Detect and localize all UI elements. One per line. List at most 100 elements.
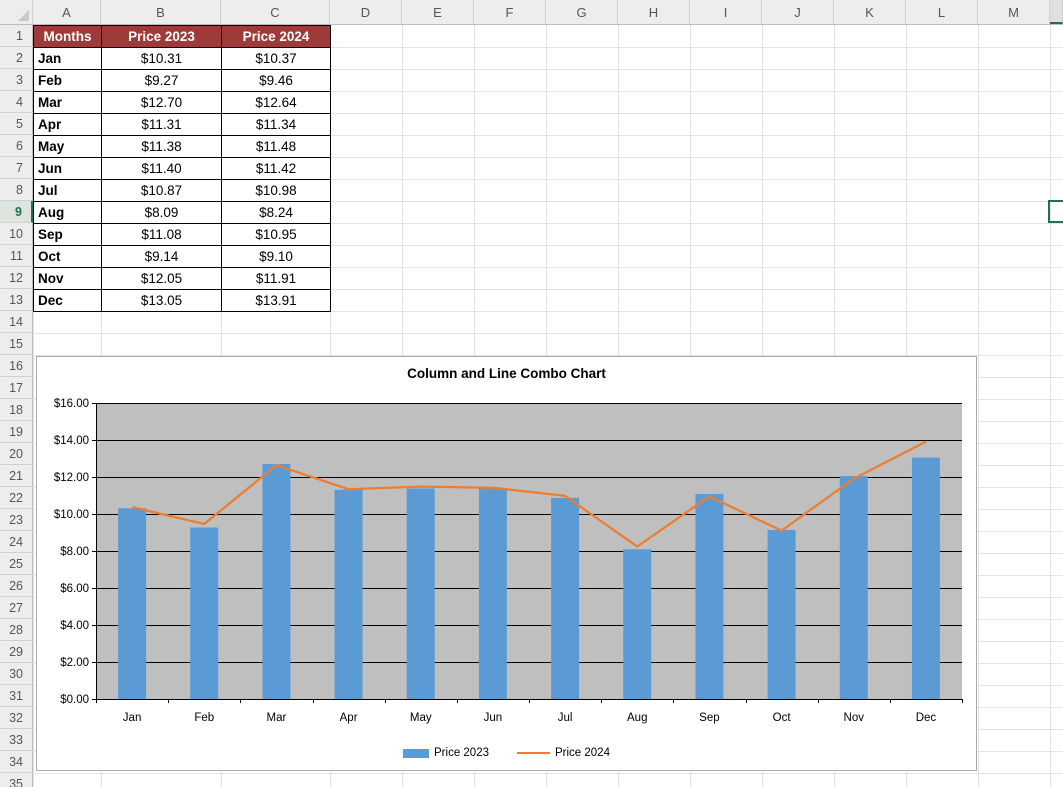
- chart-legend: Price 2023 Price 2024: [37, 747, 976, 759]
- row-header-34[interactable]: 34: [0, 751, 33, 773]
- price-2023-cell[interactable]: $9.14: [102, 246, 222, 268]
- row-header-26[interactable]: 26: [0, 575, 33, 597]
- column-header-h[interactable]: H: [618, 0, 690, 24]
- month-cell[interactable]: Oct: [34, 246, 102, 268]
- price-2024-cell[interactable]: $11.48: [222, 136, 331, 158]
- column-header-e[interactable]: E: [402, 0, 474, 24]
- row-header-7[interactable]: 7: [0, 157, 33, 179]
- row-header-31[interactable]: 31: [0, 685, 33, 707]
- column-header-m[interactable]: M: [978, 0, 1050, 24]
- active-cell-selection[interactable]: [1048, 200, 1063, 223]
- month-cell[interactable]: Mar: [34, 92, 102, 114]
- select-all-button[interactable]: [0, 0, 33, 24]
- price-2024-cell[interactable]: $10.37: [222, 48, 331, 70]
- row-header-15[interactable]: 15: [0, 333, 33, 355]
- column-header-a[interactable]: A: [33, 0, 101, 24]
- month-cell[interactable]: Jun: [34, 158, 102, 180]
- row-header-22[interactable]: 22: [0, 487, 33, 509]
- header-cell-price-2023[interactable]: Price 2023: [102, 26, 222, 48]
- row-header-5[interactable]: 5: [0, 113, 33, 135]
- row-header-29[interactable]: 29: [0, 641, 33, 663]
- row-header-10[interactable]: 10: [0, 223, 33, 245]
- header-cell-price-2024[interactable]: Price 2024: [222, 26, 331, 48]
- month-cell[interactable]: Apr: [34, 114, 102, 136]
- price-2024-cell[interactable]: $11.34: [222, 114, 331, 136]
- row-header-30[interactable]: 30: [0, 663, 33, 685]
- column-header-k[interactable]: K: [834, 0, 906, 24]
- header-cell-months[interactable]: Months: [34, 26, 102, 48]
- column-header-b[interactable]: B: [101, 0, 221, 24]
- row-header-35[interactable]: 35: [0, 773, 33, 787]
- column-header-c[interactable]: C: [221, 0, 330, 24]
- row-header-17[interactable]: 17: [0, 377, 33, 399]
- column-header-selected-partial[interactable]: [1050, 0, 1063, 24]
- row-header-25[interactable]: 25: [0, 553, 33, 575]
- row-header-24[interactable]: 24: [0, 531, 33, 553]
- table-row: Dec $13.05 $13.91: [34, 290, 331, 312]
- column-header-l[interactable]: L: [906, 0, 978, 24]
- row-header-18[interactable]: 18: [0, 399, 33, 421]
- price-2024-cell[interactable]: $10.98: [222, 180, 331, 202]
- price-2023-cell[interactable]: $11.31: [102, 114, 222, 136]
- price-2023-cell[interactable]: $10.87: [102, 180, 222, 202]
- row-header-4[interactable]: 4: [0, 91, 33, 113]
- row-header-6[interactable]: 6: [0, 135, 33, 157]
- row-header-27[interactable]: 27: [0, 597, 33, 619]
- row-header-20[interactable]: 20: [0, 443, 33, 465]
- row-header-8[interactable]: 8: [0, 179, 33, 201]
- price-2023-cell[interactable]: $8.09: [102, 202, 222, 224]
- column-header-d[interactable]: D: [330, 0, 402, 24]
- price-2024-cell[interactable]: $13.91: [222, 290, 331, 312]
- bar: [912, 458, 940, 699]
- column-header-i[interactable]: I: [690, 0, 762, 24]
- price-2023-cell[interactable]: $11.40: [102, 158, 222, 180]
- row-header-11[interactable]: 11: [0, 245, 33, 267]
- y-axis-label: $16.00: [54, 398, 89, 410]
- price-2023-cell[interactable]: $13.05: [102, 290, 222, 312]
- bar: [623, 549, 651, 699]
- x-axis-label: Jan: [123, 712, 142, 724]
- row-header-14[interactable]: 14: [0, 311, 33, 333]
- price-2023-cell[interactable]: $12.70: [102, 92, 222, 114]
- price-2024-cell[interactable]: $9.46: [222, 70, 331, 92]
- row-header-33[interactable]: 33: [0, 729, 33, 751]
- row-header-16[interactable]: 16: [0, 355, 33, 377]
- row-header-12[interactable]: 12: [0, 267, 33, 289]
- month-cell[interactable]: Feb: [34, 70, 102, 92]
- row-header-2[interactable]: 2: [0, 47, 33, 69]
- price-2023-cell[interactable]: $10.31: [102, 48, 222, 70]
- excel-worksheet: ABCDEFGHIJKLM 12345678910111213141516171…: [0, 0, 1063, 787]
- row-header-13[interactable]: 13: [0, 289, 33, 311]
- price-2023-cell[interactable]: $12.05: [102, 268, 222, 290]
- combo-chart-object[interactable]: Column and Line Combo Chart $0.00$2.00$4…: [36, 356, 977, 771]
- price-2024-cell[interactable]: $11.42: [222, 158, 331, 180]
- row-header-23[interactable]: 23: [0, 509, 33, 531]
- price-2024-cell[interactable]: $9.10: [222, 246, 331, 268]
- price-2024-cell[interactable]: $10.95: [222, 224, 331, 246]
- price-2023-cell[interactable]: $11.38: [102, 136, 222, 158]
- month-cell[interactable]: Jul: [34, 180, 102, 202]
- row-header-9[interactable]: 9: [0, 201, 33, 223]
- bar: [768, 530, 796, 699]
- row-header-19[interactable]: 19: [0, 421, 33, 443]
- month-cell[interactable]: Dec: [34, 290, 102, 312]
- price-2023-cell[interactable]: $9.27: [102, 70, 222, 92]
- month-cell[interactable]: Sep: [34, 224, 102, 246]
- month-cell[interactable]: May: [34, 136, 102, 158]
- y-axis-label: $8.00: [60, 546, 89, 558]
- month-cell[interactable]: Nov: [34, 268, 102, 290]
- price-2023-cell[interactable]: $11.08: [102, 224, 222, 246]
- month-cell[interactable]: Aug: [34, 202, 102, 224]
- price-2024-cell[interactable]: $12.64: [222, 92, 331, 114]
- row-header-1[interactable]: 1: [0, 25, 33, 47]
- price-2024-cell[interactable]: $11.91: [222, 268, 331, 290]
- column-header-f[interactable]: F: [474, 0, 546, 24]
- row-header-3[interactable]: 3: [0, 69, 33, 91]
- column-header-g[interactable]: G: [546, 0, 618, 24]
- row-header-28[interactable]: 28: [0, 619, 33, 641]
- row-header-32[interactable]: 32: [0, 707, 33, 729]
- row-header-21[interactable]: 21: [0, 465, 33, 487]
- price-2024-cell[interactable]: $8.24: [222, 202, 331, 224]
- column-header-j[interactable]: J: [762, 0, 834, 24]
- month-cell[interactable]: Jan: [34, 48, 102, 70]
